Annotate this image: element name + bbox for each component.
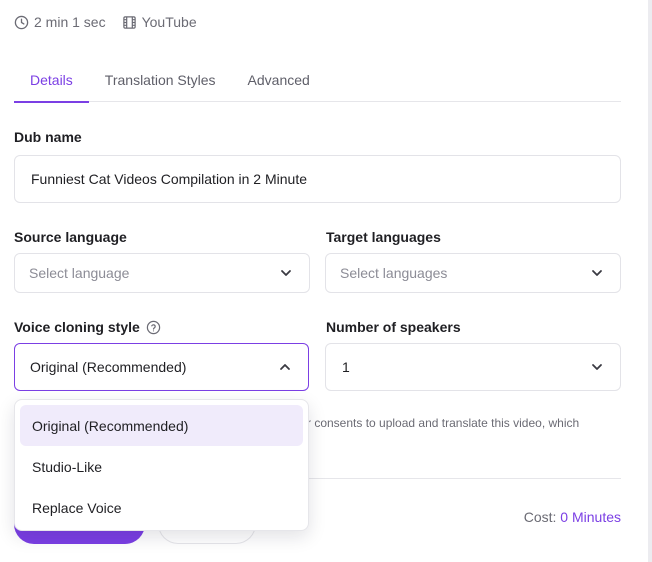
dub-name-value: Funniest Cat Videos Compilation in 2 Min… [31,171,308,187]
chevron-up-icon [280,364,290,370]
option-studio-like[interactable]: Studio-Like [20,446,303,487]
chevron-down-icon [592,364,602,370]
speakers-value: 1 [342,359,350,375]
cost-summary: Cost: 0 Minutes [524,509,621,525]
dub-name-label: Dub name [14,129,82,145]
voice-cloning-dropdown: Original (Recommended) Studio-Like Repla… [14,399,309,531]
target-languages-select[interactable]: Select languages [325,253,621,293]
cost-label: Cost: [523,509,557,525]
duration-text: 2 min 1 sec [34,14,106,30]
clock-icon [14,15,29,29]
tab-translation-styles[interactable]: Translation Styles [89,64,232,102]
cost-amount: 0 Minutes [560,509,621,525]
video-meta: 2 min 1 sec YouTube [14,14,197,30]
voice-cloning-label: Voice cloning style [14,319,161,335]
speakers-label: Number of speakers [326,319,461,335]
source-language-placeholder: Select language [29,265,130,281]
target-languages-placeholder: Select languages [340,265,448,281]
option-original-recommended[interactable]: Original (Recommended) [20,405,303,446]
source-language-select[interactable]: Select language [14,253,310,293]
tab-details[interactable]: Details [14,64,89,103]
source-meta: YouTube [122,14,197,30]
target-languages-label: Target languages [326,229,441,245]
chevron-down-icon [281,270,291,276]
option-replace-voice[interactable]: Replace Voice [20,487,303,528]
duration-meta: 2 min 1 sec [14,14,106,30]
chevron-down-icon [592,270,602,276]
tab-bar: Details Translation Styles Advanced [14,64,621,103]
voice-cloning-value: Original (Recommended) [30,359,187,375]
scrollbar-track[interactable] [648,0,652,562]
voice-cloning-label-text: Voice cloning style [14,319,140,335]
divider [307,478,621,479]
voice-cloning-select[interactable]: Original (Recommended) [14,343,309,391]
tab-advanced[interactable]: Advanced [232,64,326,102]
source-text: YouTube [141,14,197,30]
dub-name-input[interactable]: Funniest Cat Videos Compilation in 2 Min… [14,155,621,203]
source-language-label: Source language [14,229,127,245]
consent-text: r consents to upload and translate this … [307,416,580,430]
speakers-select[interactable]: 1 [325,343,621,391]
film-icon [122,15,136,29]
help-icon[interactable] [146,320,161,335]
